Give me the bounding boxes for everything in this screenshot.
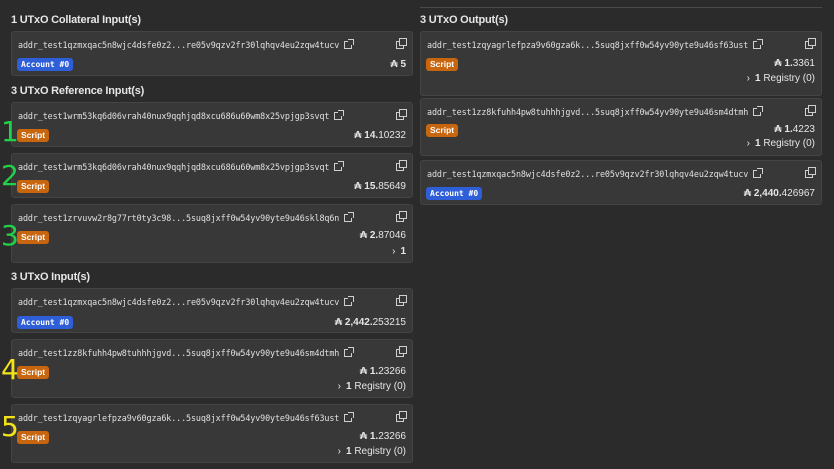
utxo-address[interactable]: addr_test1wrm53kq6d06vrah40nux9qqhjqd8xc…	[18, 110, 345, 121]
collateral-utxo-card: addr_test1qzmxqac5n8wjc4dsfe0z2...re05v9…	[11, 31, 413, 76]
chevron-right-icon: ›	[337, 381, 341, 392]
annotation-number: 5	[1, 410, 19, 443]
utxo-amount: ₳ 2,440.426967	[743, 188, 815, 199]
external-link-icon[interactable]	[753, 39, 764, 49]
annotation-number: 3	[1, 219, 19, 252]
external-link-icon[interactable]	[344, 412, 355, 422]
utxo-address[interactable]: addr_test1zqyagrlefpza9v60gza6k...5suq8j…	[18, 412, 355, 423]
utxo-address[interactable]: addr_test1zz8kfuhh4pw8tuhhhjgvd...5suq8j…	[427, 106, 764, 117]
script-badge: Script	[17, 129, 50, 142]
input-utxo-card: addr_test1qzmxqac5n8wjc4dsfe0z2...re05v9…	[11, 288, 413, 333]
reference-utxo-card: addr_test1zrvuvw2r8g77rt0ty3c98...5suq8j…	[11, 204, 413, 263]
script-badge: Script	[426, 58, 459, 71]
copy-icon[interactable]	[396, 109, 407, 120]
utxo-address[interactable]: addr_test1zrvuvw2r8g77rt0ty3c98...5suq8j…	[18, 212, 355, 223]
chevron-right-icon: ›	[746, 73, 750, 84]
utxo-amount: ₳ 14.10232	[354, 130, 406, 141]
copy-icon[interactable]	[805, 167, 816, 178]
external-link-icon[interactable]	[334, 161, 345, 171]
utxo-amount: ₳ 2,442.253215	[334, 317, 406, 328]
annotation-number: 1	[1, 115, 19, 148]
utxo-address[interactable]: addr_test1qzmxqac5n8wjc4dsfe0z2...re05v9…	[18, 296, 355, 307]
account-badge: Account #0	[17, 316, 74, 329]
divider-line	[420, 7, 822, 8]
external-link-icon[interactable]	[344, 39, 355, 49]
utxo-amount: ₳ 5	[390, 59, 406, 70]
chevron-right-icon: ›	[746, 138, 750, 149]
copy-icon[interactable]	[396, 411, 407, 422]
registry-toggle[interactable]: › 1 Registry (0)	[747, 138, 815, 149]
utxo-amount: ₳ 15.85649	[354, 181, 406, 192]
utxo-amount: ₳ 1.23266	[359, 366, 406, 377]
utxo-address[interactable]: addr_test1zz8kfuhh4pw8tuhhhjgvd...5suq8j…	[18, 347, 355, 358]
external-link-icon[interactable]	[344, 347, 355, 357]
account-badge: Account #0	[17, 58, 74, 71]
annotation-number: 2	[1, 159, 19, 192]
input-utxo-card: addr_test1zqyagrlefpza9v60gza6k...5suq8j…	[11, 404, 413, 463]
external-link-icon[interactable]	[344, 296, 355, 306]
utxo-amount: ₳ 1.3361	[774, 58, 815, 69]
utxo-address[interactable]: addr_test1zqyagrlefpza9v60gza6k...5suq8j…	[427, 39, 764, 50]
external-link-icon[interactable]	[753, 106, 764, 116]
script-badge: Script	[17, 231, 50, 244]
registry-toggle[interactable]: › 1 Registry (0)	[338, 446, 406, 457]
utxo-address[interactable]: addr_test1qzmxqac5n8wjc4dsfe0z2...re05v9…	[18, 39, 355, 50]
copy-icon[interactable]	[396, 211, 407, 222]
annotation-number: 4	[1, 353, 19, 386]
utxo-amount: ₳ 2.87046	[359, 230, 406, 241]
external-link-icon[interactable]	[753, 168, 764, 178]
script-badge: Script	[17, 366, 50, 379]
chevron-right-icon: ›	[337, 446, 341, 457]
output-utxo-card: addr_test1zqyagrlefpza9v60gza6k...5suq8j…	[420, 31, 822, 96]
output-utxo-card: addr_test1zz8kfuhh4pw8tuhhhjgvd...5suq8j…	[420, 98, 822, 156]
copy-icon[interactable]	[396, 160, 407, 171]
external-link-icon[interactable]	[334, 110, 345, 120]
copy-icon[interactable]	[396, 346, 407, 357]
script-badge: Script	[426, 124, 459, 137]
reference-utxo-card: addr_test1wrm53kq6d06vrah40nux9qqhjqd8xc…	[11, 102, 413, 147]
copy-icon[interactable]	[805, 105, 816, 116]
script-badge: Script	[17, 431, 50, 444]
chevron-right-icon: ›	[392, 246, 396, 257]
copy-icon[interactable]	[805, 38, 816, 49]
collateral-section-title: 1 UTxO Collateral Input(s)	[11, 14, 141, 26]
output-utxo-card: addr_test1qzmxqac5n8wjc4dsfe0z2...re05v9…	[420, 160, 822, 205]
utxo-address[interactable]: addr_test1qzmxqac5n8wjc4dsfe0z2...re05v9…	[427, 168, 764, 179]
external-link-icon[interactable]	[344, 212, 355, 222]
reference-section-title: 3 UTxO Reference Input(s)	[11, 85, 145, 97]
registry-toggle[interactable]: › 1	[392, 246, 406, 257]
inputs-section-title: 3 UTxO Input(s)	[11, 271, 90, 283]
registry-toggle[interactable]: › 1 Registry (0)	[747, 73, 815, 84]
utxo-address[interactable]: addr_test1wrm53kq6d06vrah40nux9qqhjqd8xc…	[18, 161, 345, 172]
account-badge: Account #0	[426, 187, 483, 200]
copy-icon[interactable]	[396, 295, 407, 306]
utxo-amount: ₳ 1.4223	[774, 124, 815, 135]
outputs-section-title: 3 UTxO Output(s)	[420, 14, 508, 26]
copy-icon[interactable]	[396, 38, 407, 49]
input-utxo-card: addr_test1zz8kfuhh4pw8tuhhhjgvd...5suq8j…	[11, 339, 413, 398]
script-badge: Script	[17, 180, 50, 193]
reference-utxo-card: addr_test1wrm53kq6d06vrah40nux9qqhjqd8xc…	[11, 153, 413, 198]
utxo-amount: ₳ 1.23266	[359, 431, 406, 442]
registry-toggle[interactable]: › 1 Registry (0)	[338, 381, 406, 392]
